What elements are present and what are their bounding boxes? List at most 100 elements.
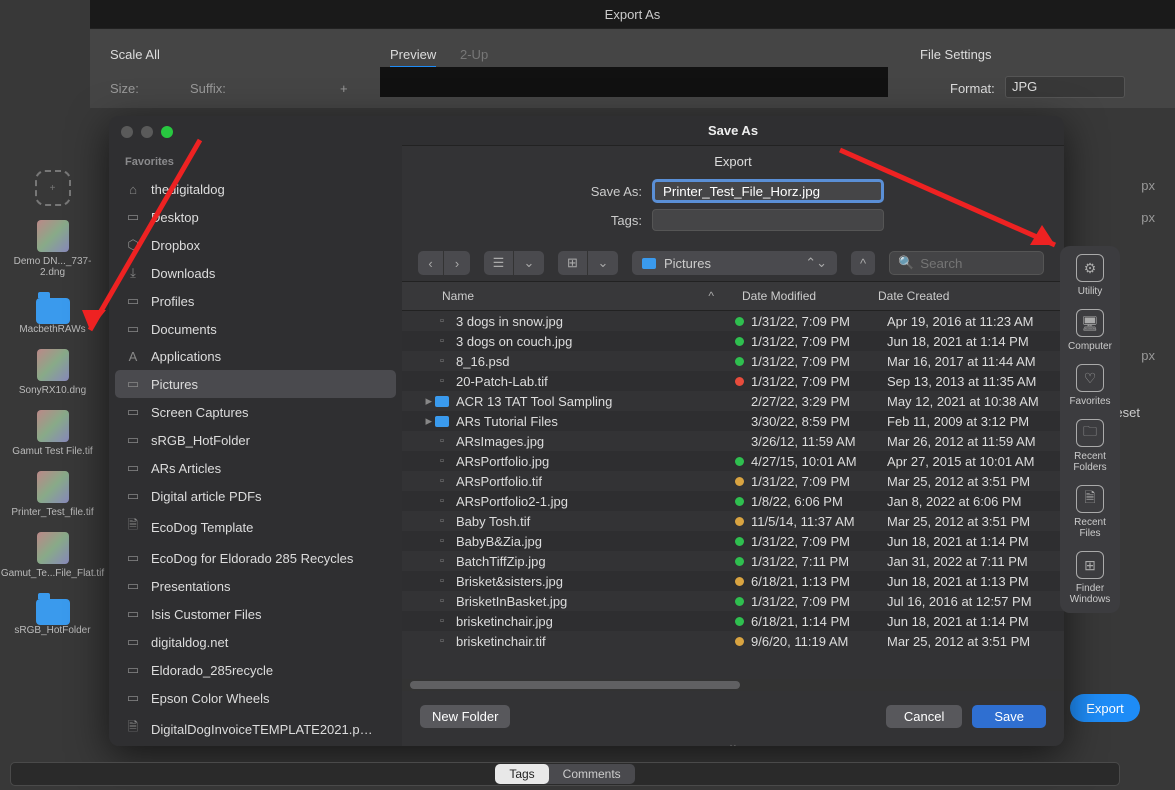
file-row[interactable]: ▫20-Patch-Lab.tif1/31/22, 7:09 PMSep 13,… [402,371,1064,391]
date-created: Apr 19, 2016 at 11:23 AM [887,314,1064,329]
sidebar-item[interactable]: ⬡Dropbox [109,231,402,259]
file-row[interactable]: ▸ARs Tutorial Files3/30/22, 8:59 PMFeb 1… [402,411,1064,431]
tags-input[interactable] [652,209,884,231]
add-size-button[interactable]: + [340,81,348,96]
file-row[interactable]: ▫Baby Tosh.tif11/5/14, 11:37 AMMar 25, 2… [402,511,1064,531]
cancel-button[interactable]: Cancel [886,705,962,728]
sidebar-item-label: Isis Customer Files [151,607,262,622]
date-created: Jun 18, 2021 at 1:14 PM [887,334,1064,349]
file-row[interactable]: ▫ARsImages.jpg3/26/12, 11:59 AMMar 26, 2… [402,431,1064,451]
file-row[interactable]: ▫Brisket&sisters.jpg6/18/21, 1:13 PMJun … [402,571,1064,591]
sidebar-item[interactable]: ▭EcoDog for Eldorado 285 Recycles [109,544,402,572]
format-select[interactable]: JPG [1005,76,1125,98]
file-row[interactable]: ▫brisketinchair.jpg6/18/21, 1:14 PMJun 1… [402,611,1064,631]
file-row[interactable]: ▫3 dogs in snow.jpg1/31/22, 7:09 PMApr 1… [402,311,1064,331]
df-item[interactable]: 🗀Recent Folders [1060,419,1120,473]
file-row[interactable]: ▫3 dogs on couch.jpg1/31/22, 7:09 PMJun … [402,331,1064,351]
file-row[interactable]: ▫ARsPortfolio.jpg4/27/15, 10:01 AMApr 27… [402,451,1064,471]
sidebar-item[interactable]: ▭digitaldog.net [109,628,402,656]
desktop-item[interactable]: Gamut Test File.tif [3,410,103,457]
sidebar-item[interactable]: ⤓Downloads [109,259,402,287]
sidebar-item[interactable]: ⌂thedigitaldog [109,176,402,203]
col-name[interactable]: Name^ [402,282,732,310]
desktop-item[interactable]: Printer_Test_file.tif [3,471,103,518]
df-item[interactable]: ⊞Finder Windows [1060,551,1120,605]
sidebar-item[interactable]: ▭Pictures [115,370,396,398]
forward-button[interactable]: › [444,251,470,275]
sidebar-item[interactable]: ▭Profiles [109,287,402,315]
zoom-window-icon[interactable] [161,126,173,138]
date-modified: 9/6/20, 11:19 AM [751,634,887,649]
collapse-button[interactable]: ^ [851,251,875,275]
file-row[interactable]: ▸ACR 13 TAT Tool Sampling2/27/22, 3:29 P… [402,391,1064,411]
file-row[interactable]: ▫ARsPortfolio.tif1/31/22, 7:09 PMMar 25,… [402,471,1064,491]
df-item[interactable]: 🗎Recent Files [1060,485,1120,539]
desktop-item[interactable]: SonyRX10.dng [3,349,103,396]
sidebar-item[interactable]: ▭Digital article PDFs [109,482,402,510]
export-button[interactable]: Export [1070,694,1140,722]
desktop-item[interactable]: sRGB_HotFolder [3,593,103,636]
list-view-icon[interactable]: ☰ [484,251,514,275]
search-field[interactable]: 🔍 [889,251,1044,275]
sidebar-item[interactable]: ▭ARs Articles [109,454,402,482]
back-button[interactable]: ‹ [418,251,444,275]
tag-dot [727,497,751,506]
grid-view-chevron-icon[interactable]: ⌄ [588,251,618,275]
file-thumbnail-icon [37,349,69,381]
sidebar-item[interactable]: ▭Eldorado_285recycle [109,656,402,684]
desktop-item[interactable]: Demo DN..._737-2.dng [3,220,103,278]
sidebar-item[interactable]: ▭Desktop [109,203,402,231]
sidebar-item[interactable]: ▭Screen Captures [109,398,402,426]
sidebar-item[interactable]: ▭sRGB_HotFolder [109,426,402,454]
filename-input[interactable] [652,179,884,203]
desktop-item[interactable]: Gamut_Te...File_Flat.tif [3,532,103,579]
file-name: ARs Tutorial Files [452,414,727,429]
disclosure-icon[interactable]: ▸ [422,413,432,429]
file-row[interactable]: ▫BatchTiffZip.jpg1/31/22, 7:11 PMJan 31,… [402,551,1064,571]
minimize-window-icon[interactable] [141,126,153,138]
close-window-icon[interactable] [121,126,133,138]
ps-window-title: Export As [90,0,1175,28]
two-up-tab[interactable]: 2-Up [460,47,488,62]
file-row[interactable]: ▫BrisketInBasket.jpg1/31/22, 7:09 PMJul … [402,591,1064,611]
file-row[interactable]: ▫ARsPortfolio2-1.jpg1/8/22, 6:06 PMJan 8… [402,491,1064,511]
path-popup[interactable]: Pictures ⌃⌄ [632,251,837,275]
resize-grip-icon[interactable]: ⌄ [402,736,1064,746]
desktop-item[interactable]: + [3,170,103,206]
tags-tab[interactable]: Tags [495,764,548,784]
date-modified: 1/31/22, 7:09 PM [751,334,887,349]
sidebar-item[interactable]: AApplications [109,343,402,370]
sidebar-item[interactable]: ▭Epson Color Wheels [109,684,402,712]
df-item-label: Recent Folders [1064,451,1116,473]
file-row[interactable]: ▫8_16.psd1/31/22, 7:09 PMMar 16, 2017 at… [402,351,1064,371]
comments-tab[interactable]: Comments [549,764,635,784]
sidebar-item-label: Screen Captures [151,405,249,420]
col-date-created[interactable]: Date Created [868,282,1064,310]
save-button[interactable]: Save [972,705,1046,728]
grid-view-icon[interactable]: ⊞ [558,251,588,275]
file-row[interactable]: ▫BabyB&Zia.jpg1/31/22, 7:09 PMJun 18, 20… [402,531,1064,551]
date-created: Jan 8, 2022 at 6:06 PM [887,494,1064,509]
disclosure-icon[interactable]: ▸ [422,393,432,409]
export-section-label: Export [402,146,1064,171]
list-view-chevron-icon[interactable]: ⌄ [514,251,544,275]
file-icon: ▫ [432,635,452,647]
sidebar-item[interactable]: ▭Isis Customer Files [109,600,402,628]
sidebar-item[interactable]: 🗎EcoDog Template [109,510,402,544]
sidebar-item[interactable]: ▭Documents [109,315,402,343]
df-item[interactable]: ⚙Utility [1072,254,1108,297]
file-row[interactable]: ▫brisketinchair.tif9/6/20, 11:19 AMMar 2… [402,631,1064,651]
horizontal-scrollbar[interactable] [402,679,1064,691]
col-date-modified[interactable]: Date Modified [732,282,868,310]
sidebar-item-label: thedigitaldog [151,182,225,197]
date-modified: 1/31/22, 7:09 PM [751,374,887,389]
df-item[interactable]: ♡Favorites [1065,364,1114,407]
desktop-item[interactable]: MacbethRAWs [3,292,103,335]
sidebar-item[interactable]: ▭Presentations [109,572,402,600]
file-name: BatchTiffZip.jpg [452,554,727,569]
sidebar-item[interactable]: 🗎DigitalDogInvoiceTEMPLATE2021.p… [109,712,402,746]
df-item[interactable]: 🖥Computer [1064,309,1116,352]
preview-tab[interactable]: Preview [390,47,436,68]
search-input[interactable] [920,256,1035,271]
new-folder-button[interactable]: New Folder [420,705,510,728]
